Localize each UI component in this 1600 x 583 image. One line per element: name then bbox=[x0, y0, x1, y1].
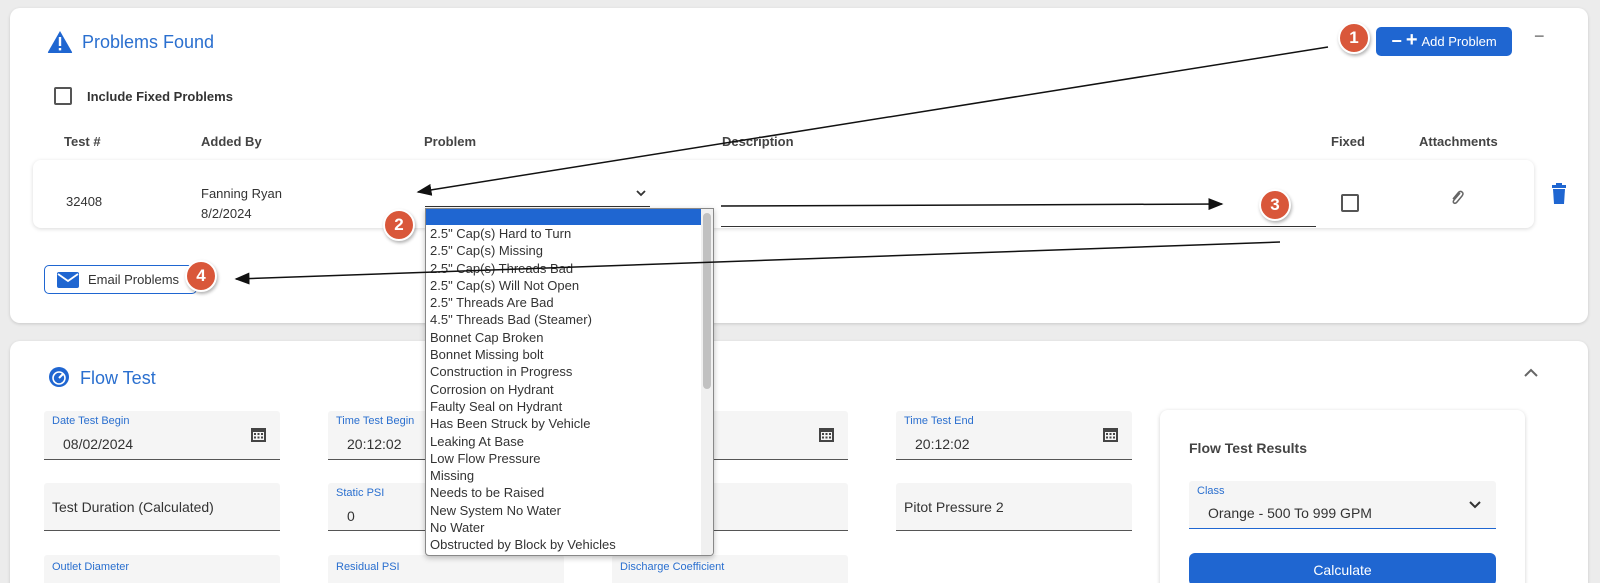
calendar-icon[interactable] bbox=[819, 427, 834, 442]
col-description: Description bbox=[722, 134, 794, 149]
dropdown-option[interactable]: Bonnet Cap Broken bbox=[426, 329, 713, 346]
calendar-icon[interactable] bbox=[251, 427, 266, 442]
dropdown-option[interactable]: Low Flow Pressure bbox=[426, 450, 713, 467]
dropdown-option[interactable]: 4.5" Threads Bad (Steamer) bbox=[426, 311, 713, 328]
dropdown-option[interactable]: Has Been Struck by Vehicle bbox=[426, 415, 713, 432]
flow-test-results-title: Flow Test Results bbox=[1189, 440, 1307, 456]
chevron-down-icon bbox=[1469, 501, 1481, 509]
add-problem-button[interactable]: − + Add Problem bbox=[1376, 27, 1512, 56]
dropdown-option[interactable]: Obstructed by Block by Vehicles bbox=[426, 536, 713, 553]
discharge-coefficient-field[interactable]: Discharge Coefficient bbox=[612, 555, 848, 583]
row-added-by-name: Fanning Ryan bbox=[201, 186, 282, 201]
col-attachments: Attachments bbox=[1419, 134, 1498, 149]
plus-icon: + bbox=[1405, 29, 1418, 51]
class-select[interactable]: Class Orange - 500 To 999 GPM bbox=[1189, 481, 1496, 529]
calendar-icon[interactable] bbox=[1103, 427, 1118, 442]
description-input[interactable] bbox=[721, 200, 1316, 227]
col-added-by: Added By bbox=[201, 134, 262, 149]
problem-select[interactable] bbox=[425, 183, 650, 207]
minus-icon: − bbox=[1391, 31, 1402, 51]
dropdown-option[interactable]: 2.5" Cap(s) Missing bbox=[426, 242, 713, 259]
dropdown-option[interactable]: Bonnet Missing bolt bbox=[426, 346, 713, 363]
dropdown-option[interactable]: Faulty Seal on Hydrant bbox=[426, 398, 713, 415]
dropdown-option[interactable]: 2.5" Cap(s) Threads Bad bbox=[426, 260, 713, 277]
dropdown-option[interactable]: 2.5" Threads Are Bad bbox=[426, 294, 713, 311]
dropdown-option[interactable]: 2.5" Cap(s) Hard to Turn bbox=[426, 225, 713, 242]
envelope-icon bbox=[57, 271, 79, 288]
dropdown-option[interactable]: Corrosion on Hydrant bbox=[426, 381, 713, 398]
col-test-number: Test # bbox=[64, 134, 101, 149]
paperclip-icon[interactable] bbox=[1449, 189, 1465, 207]
dropdown-option[interactable]: Needs to be Raised bbox=[426, 484, 713, 501]
dropdown-option[interactable]: Missing bbox=[426, 467, 713, 484]
annotation-badge-2: 2 bbox=[383, 209, 415, 241]
dropdown-option[interactable]: Leaking At Base bbox=[426, 433, 713, 450]
row-added-by-date: 8/2/2024 bbox=[201, 206, 252, 221]
dropdown-option[interactable]: 2.5" Cap(s) Will Not Open bbox=[426, 277, 713, 294]
dropdown-option[interactable]: New System No Water bbox=[426, 502, 713, 519]
chevron-down-icon bbox=[636, 190, 646, 197]
trash-icon[interactable] bbox=[1550, 183, 1568, 205]
warning-icon bbox=[47, 31, 73, 53]
include-fixed-checkbox[interactable] bbox=[54, 87, 72, 105]
calculate-button[interactable]: Calculate bbox=[1189, 553, 1496, 583]
date-test-begin-field[interactable]: Date Test Begin 08/02/2024 bbox=[44, 411, 280, 460]
email-problems-button[interactable]: Email Problems bbox=[44, 265, 197, 294]
include-fixed-label: Include Fixed Problems bbox=[87, 89, 233, 104]
residual-psi-field[interactable]: Residual PSI bbox=[328, 555, 564, 583]
flow-test-title: Flow Test bbox=[80, 368, 156, 388]
annotation-badge-3: 3 bbox=[1259, 189, 1291, 221]
gauge-icon bbox=[49, 367, 69, 387]
problem-dropdown-list[interactable]: 2.5" Cap(s) Hard to Turn 2.5" Cap(s) Miss… bbox=[425, 208, 714, 556]
chevron-up-icon[interactable] bbox=[1524, 368, 1538, 377]
time-test-end-field[interactable]: Time Test End 20:12:02 bbox=[896, 411, 1132, 460]
col-fixed: Fixed bbox=[1331, 134, 1365, 149]
row-test-number: 32408 bbox=[66, 194, 103, 209]
fixed-checkbox[interactable] bbox=[1341, 194, 1359, 212]
test-duration-field[interactable]: Test Duration (Calculated) bbox=[44, 483, 280, 531]
pitot-pressure-2-field[interactable]: Pitot Pressure 2 bbox=[896, 483, 1132, 531]
dropdown-selected-empty-option[interactable] bbox=[426, 209, 713, 225]
dropdown-scrollbar[interactable] bbox=[701, 209, 713, 555]
collapse-problems-button[interactable]: − bbox=[1534, 26, 1545, 47]
dropdown-option[interactable]: No Water bbox=[426, 519, 713, 536]
scrollbar-thumb[interactable] bbox=[703, 213, 711, 389]
outlet-diameter-field[interactable]: Outlet Diameter bbox=[44, 555, 280, 583]
annotation-badge-1: 1 bbox=[1338, 22, 1370, 54]
col-problem: Problem bbox=[424, 134, 477, 149]
dropdown-option[interactable]: Construction in Progress bbox=[426, 363, 713, 380]
annotation-badge-4: 4 bbox=[185, 260, 217, 292]
problems-title: Problems Found bbox=[82, 32, 215, 52]
